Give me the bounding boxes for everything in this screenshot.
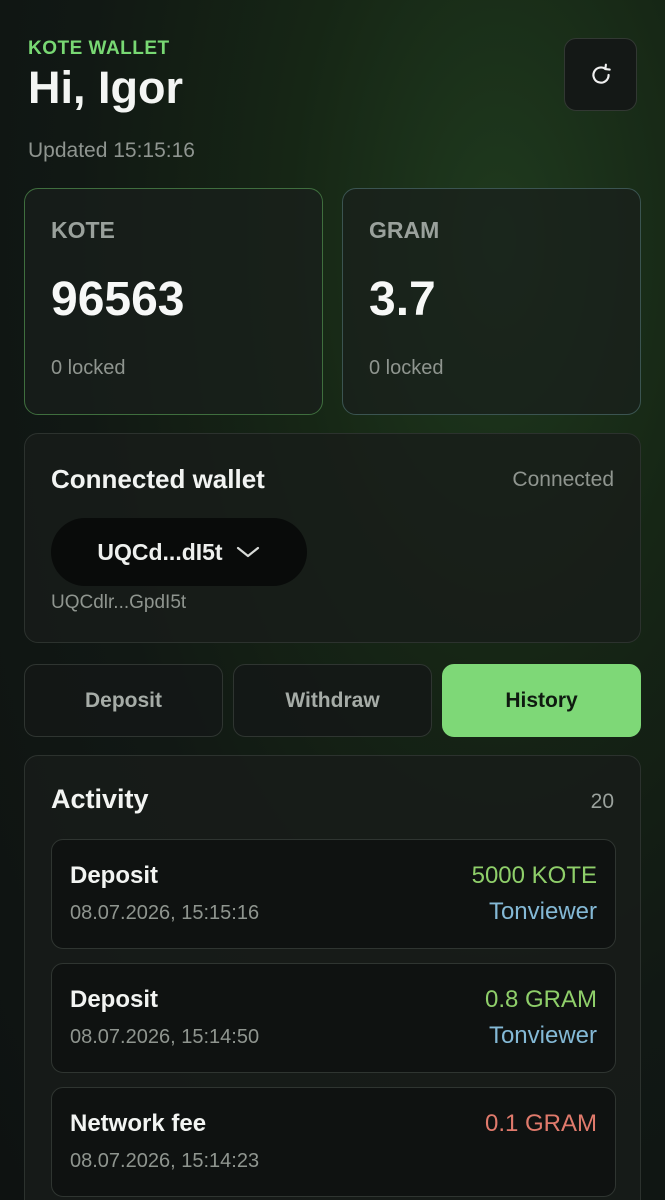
list-item: Deposit 08.07.2026, 15:14:50 0.8 GRAM To…	[51, 963, 616, 1073]
balance-label: KOTE	[51, 217, 115, 243]
wallet-full-address: UQCdlr...GpdI5t	[51, 592, 187, 613]
tab-deposit[interactable]: Deposit	[24, 664, 223, 737]
wallet-status: Connected	[512, 468, 614, 491]
tx-date: 08.07.2026, 15:15:16	[70, 902, 260, 924]
tonviewer-link[interactable]: Tonviewer	[489, 1022, 597, 1050]
brand-label: KOTE WALLET	[28, 38, 170, 59]
activity-panel: Activity 20 Deposit 08.07.2026, 15:15:16…	[24, 755, 641, 1200]
tx-amount: 0.8 GRAM	[484, 986, 597, 1013]
greeting-title: Hi, Igor	[28, 62, 183, 113]
activity-count: 20	[590, 790, 614, 813]
chevron-down-icon	[236, 546, 259, 558]
header: KOTE WALLET Hi, Igor Updated 15:15:16	[28, 38, 637, 163]
tx-date: 08.07.2026, 15:14:23	[70, 1150, 260, 1172]
refresh-icon	[591, 63, 611, 84]
balance-locked: 0 locked	[51, 357, 126, 379]
tx-type: Network fee	[70, 1110, 207, 1137]
wallet-short-address: UQCd...dI5t	[97, 538, 223, 565]
tx-amount: 5000 KOTE	[471, 862, 597, 889]
balance-card-gram: GRAM 3.7 0 locked	[342, 188, 641, 415]
tx-type: Deposit	[70, 986, 159, 1013]
balance-label: GRAM	[369, 217, 440, 243]
activity-title: Activity	[51, 784, 149, 814]
wallet-selector-button[interactable]: UQCd...dI5t	[51, 518, 307, 586]
tab-history[interactable]: History	[442, 664, 641, 737]
refresh-button[interactable]	[564, 38, 637, 111]
balance-value: 96563	[51, 273, 185, 326]
tx-amount: 0.1 GRAM	[484, 1110, 597, 1137]
balance-value: 3.7	[369, 273, 436, 326]
balance-locked: 0 locked	[369, 357, 444, 379]
list-item: Deposit 08.07.2026, 15:15:16 5000 KOTE T…	[51, 839, 616, 949]
tonviewer-link[interactable]: Tonviewer	[489, 898, 597, 926]
balance-card-kote: KOTE 96563 0 locked	[24, 188, 323, 415]
list-item: Network fee 08.07.2026, 15:14:23 0.1 GRA…	[51, 1087, 616, 1197]
connected-wallet-card: Connected wallet Connected UQCd...dI5t U…	[24, 433, 641, 643]
tx-date: 08.07.2026, 15:14:50	[70, 1026, 260, 1048]
action-tabs: Deposit Withdraw History	[24, 664, 641, 737]
updated-timestamp: Updated 15:15:16	[28, 139, 195, 163]
tab-withdraw[interactable]: Withdraw	[233, 664, 432, 737]
tx-type: Deposit	[70, 862, 159, 889]
